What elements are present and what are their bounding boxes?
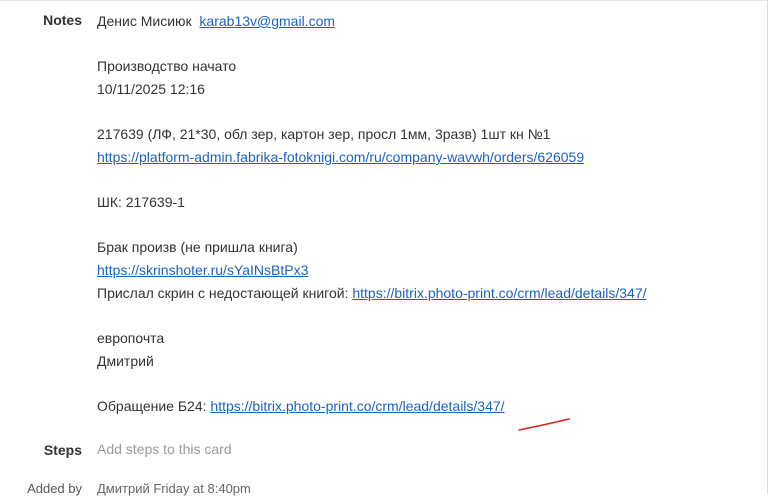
screenshot-link[interactable]: https://skrinshoter.ru/sYaINsBtPx3 bbox=[97, 262, 308, 278]
author-name: Денис Мисиюк bbox=[97, 13, 192, 29]
sent-screenshot-link[interactable]: https://bitrix.photo-print.co/crm/lead/d… bbox=[352, 285, 646, 301]
appeal-link[interactable]: https://bitrix.photo-print.co/crm/lead/d… bbox=[210, 398, 504, 414]
order-link[interactable]: https://platform-admin.fabrika-fotoknigi… bbox=[97, 149, 584, 165]
production-started-text: Производство начато bbox=[97, 58, 237, 74]
add-steps-input[interactable]: Add steps to this card bbox=[97, 441, 232, 457]
notes-label: Notes bbox=[43, 12, 82, 28]
manager-text: Дмитрий bbox=[97, 353, 154, 369]
author-email-link[interactable]: karab13v@gmail.com bbox=[199, 13, 335, 29]
notes-author-line: Денис Мисиюк karab13v@gmail.com bbox=[97, 10, 757, 33]
sent-screenshot-text: Прислал скрин с недостающей книгой: bbox=[97, 285, 353, 301]
shipping-text: европочта bbox=[97, 330, 165, 346]
order-line-text: 217639 (ЛФ, 21*30, обл зер, картон зер, … bbox=[97, 126, 551, 142]
notes-content[interactable]: Денис Мисиюк karab13v@gmail.com Производ… bbox=[97, 10, 757, 418]
appeal-line: Обращение Б24: https://bitrix.photo-prin… bbox=[97, 395, 757, 418]
appeal-text: Обращение Б24: bbox=[97, 398, 211, 414]
top-divider bbox=[0, 0, 768, 1]
barcode-text: ШК: 217639-1 bbox=[97, 194, 185, 210]
red-underline-annotation bbox=[518, 418, 570, 431]
defect-text: Брак произв (не пришла книга) bbox=[97, 239, 298, 255]
steps-label: Steps bbox=[43, 442, 82, 458]
sent-screenshot-line: Прислал скрин с недостающей книгой: http… bbox=[97, 282, 757, 305]
production-date-text: 10/11/2025 12:16 bbox=[97, 81, 205, 97]
